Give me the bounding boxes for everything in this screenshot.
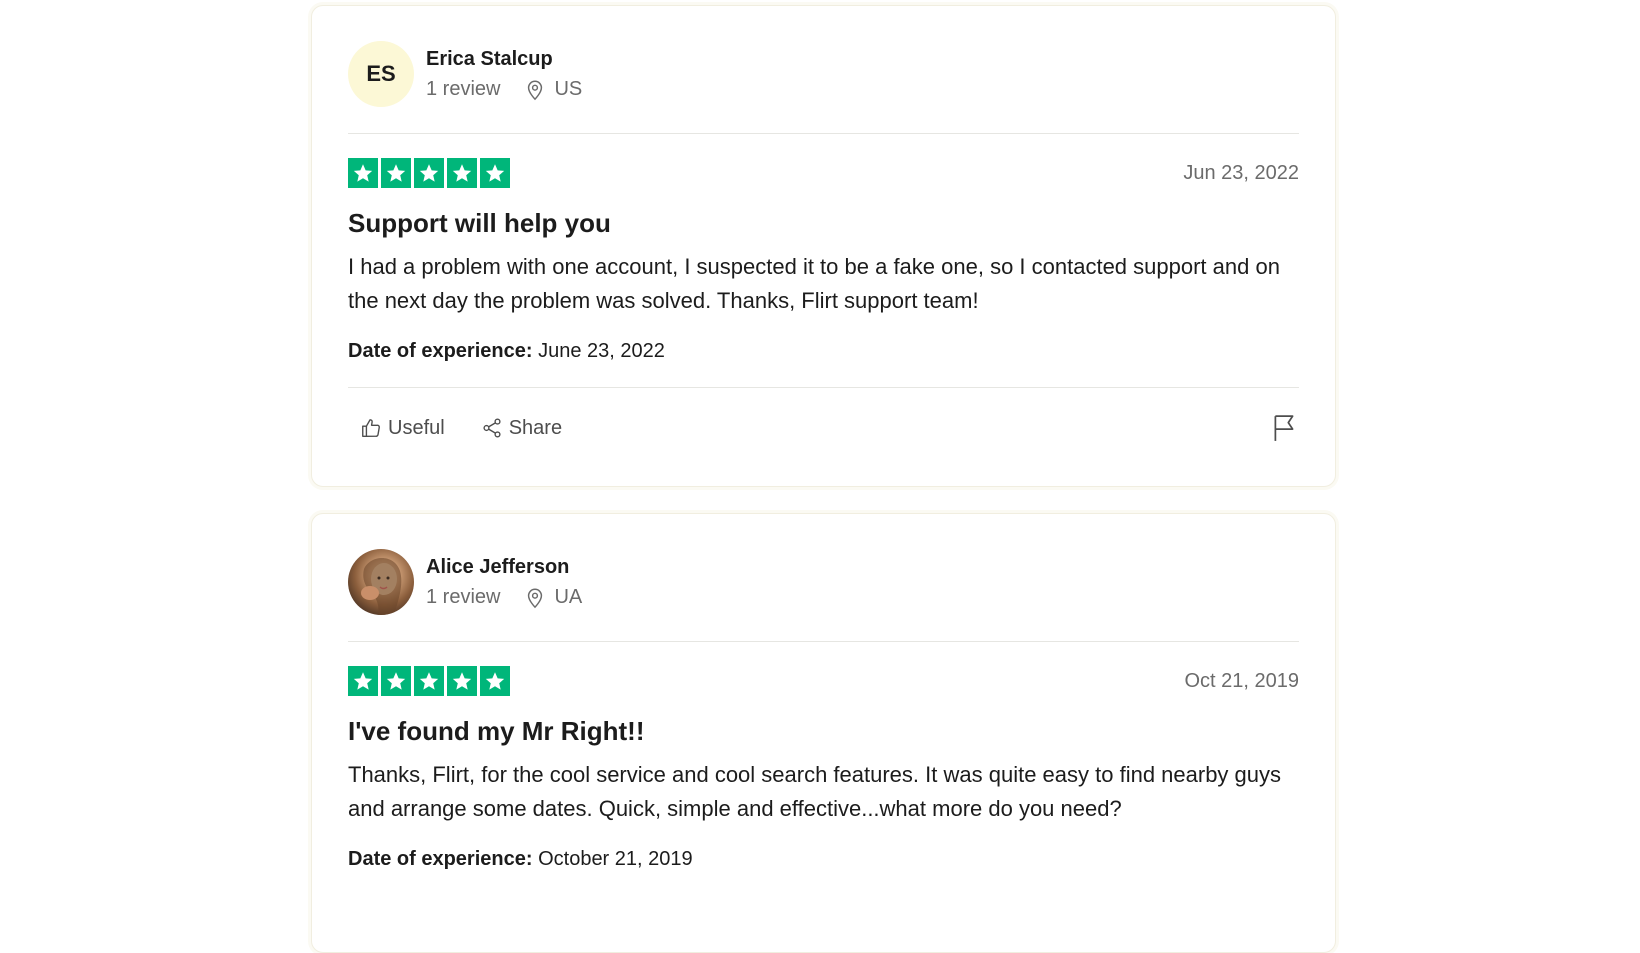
country-code: UA [554, 586, 583, 608]
thumbs-up-icon [362, 419, 380, 437]
share-label: Share [508, 416, 563, 439]
star-icon [480, 158, 510, 188]
review-body: I had a problem with one account, I susp… [348, 254, 1280, 313]
review-date: Oct 21, 2019 [1184, 669, 1299, 692]
review-actions: Useful Share [348, 387, 1299, 468]
reviewer-meta: 1 review UA [426, 586, 582, 609]
reviewer-info: Erica Stalcup 1 review US [426, 46, 582, 101]
star-icon [348, 666, 378, 696]
useful-label: Useful [388, 416, 445, 439]
star-icon [381, 158, 411, 188]
reviewer-name[interactable]: Erica Stalcup [426, 46, 582, 72]
review-date: Jun 23, 2022 [1183, 161, 1299, 184]
date-of-experience: Date of experience: October 21, 2019 [348, 848, 1299, 871]
reviewer-meta: 1 review US [426, 78, 582, 101]
avatar-photo-icon [361, 557, 402, 615]
flag-icon[interactable] [1271, 414, 1297, 442]
avatar[interactable] [348, 548, 414, 615]
star-rating [348, 666, 510, 696]
review-title[interactable]: I've found my Mr Right!! [348, 714, 1299, 748]
country: US [524, 78, 582, 101]
review-card: Alice Jefferson 1 review UA Oct 21, 2019 [311, 513, 1336, 953]
reviewer-header: ES Erica Stalcup 1 review US [348, 6, 1299, 134]
date-of-experience: Date of experience: June 23, 2022 [348, 340, 1299, 363]
reviewer-header: Alice Jefferson 1 review UA [348, 514, 1299, 642]
star-icon [381, 666, 411, 696]
share-button[interactable]: Share [481, 417, 562, 440]
star-icon [414, 158, 444, 188]
location-pin-icon [528, 80, 543, 100]
experience-label: Date of experience: [348, 340, 533, 362]
country: UA [524, 586, 582, 609]
experience-date: October 21, 2019 [538, 848, 693, 870]
experience-label: Date of experience: [348, 848, 533, 870]
star-icon [414, 666, 444, 696]
review-card: ES Erica Stalcup 1 review US Jun 23, 202… [311, 5, 1336, 487]
star-icon [447, 158, 477, 188]
share-icon [483, 418, 501, 438]
star-rating [348, 158, 510, 188]
location-pin-icon [528, 588, 543, 608]
review-count: 1 review [426, 586, 501, 608]
avatar[interactable]: ES [348, 40, 414, 107]
star-icon [447, 666, 477, 696]
reviewer-name[interactable]: Alice Jefferson [426, 554, 582, 580]
review-body: Thanks, Flirt, for the cool service and … [348, 762, 1282, 821]
useful-button[interactable]: Useful [360, 417, 445, 440]
star-icon [480, 666, 510, 696]
review-title[interactable]: Support will help you [348, 206, 1299, 240]
reviewer-info: Alice Jefferson 1 review UA [426, 554, 582, 609]
rating-row: Jun 23, 2022 [348, 158, 1299, 188]
review-count: 1 review [426, 78, 501, 100]
country-code: US [554, 78, 583, 100]
star-icon [348, 158, 378, 188]
experience-date: June 23, 2022 [538, 340, 665, 362]
rating-row: Oct 21, 2019 [348, 666, 1299, 696]
